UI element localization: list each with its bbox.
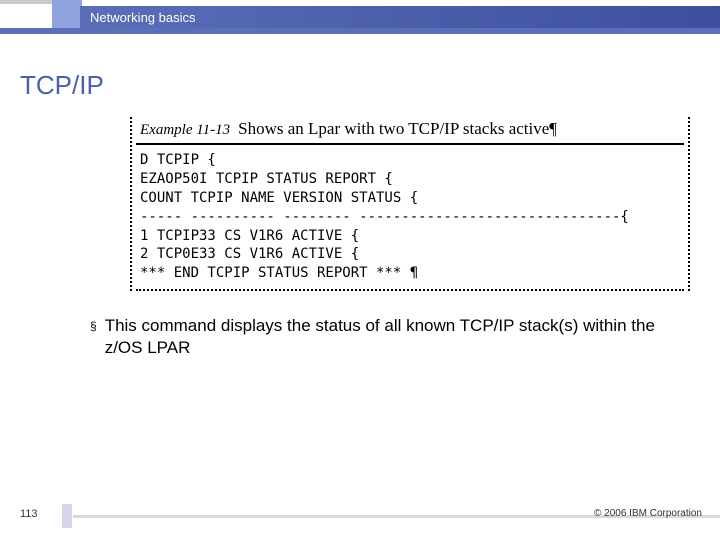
terminal-line: ----- ---------- -------- --------------…: [140, 209, 629, 225]
terminal-line: EZAOP50I TCPIP STATUS REPORT {: [140, 171, 393, 187]
terminal-line: D TCPIP {: [140, 152, 216, 168]
divider-solid: [136, 143, 684, 145]
example-label: Example 11-13: [140, 122, 230, 139]
footer-decor-bar: [60, 504, 74, 528]
decor-purple-square: [52, 0, 82, 30]
bullet-marker-icon: §: [90, 315, 97, 359]
page-number: 113: [20, 508, 38, 520]
terminal-line: 1 TCPIP33 CS V1R6 ACTIVE {: [140, 228, 359, 244]
terminal-line: 2 TCP0E33 CS V1R6 ACTIVE {: [140, 246, 359, 262]
divider-dotted: [136, 289, 684, 291]
decor-purple-strip: [0, 28, 720, 34]
header: Networking basics: [0, 0, 720, 42]
copyright-text: © 2006 IBM Corporation: [594, 508, 702, 519]
slide-title: TCP/IP: [20, 70, 720, 101]
example-caption: Shows an Lpar with two TCP/IP stacks act…: [238, 119, 557, 139]
example-frame: Example 11-13 Shows an Lpar with two TCP…: [130, 117, 690, 291]
example-header: Example 11-13 Shows an Lpar with two TCP…: [136, 117, 684, 141]
footer: 113 © 2006 IBM Corporation: [0, 506, 720, 526]
terminal-line: *** END TCPIP STATUS REPORT *** ¶: [140, 265, 418, 281]
terminal-output: D TCPIP { EZAOP50I TCPIP STATUS REPORT {…: [136, 147, 684, 287]
example-block: Example 11-13 Shows an Lpar with two TCP…: [130, 117, 690, 291]
header-bar: Networking basics: [80, 6, 720, 28]
bullet-item: § This command displays the status of al…: [90, 315, 660, 359]
bullet-text: This command displays the status of all …: [105, 315, 660, 359]
bullet-list: § This command displays the status of al…: [90, 315, 660, 359]
terminal-line: COUNT TCPIP NAME VERSION STATUS {: [140, 190, 418, 206]
decor-gray-bar: [0, 0, 60, 4]
header-title: Networking basics: [90, 10, 196, 25]
